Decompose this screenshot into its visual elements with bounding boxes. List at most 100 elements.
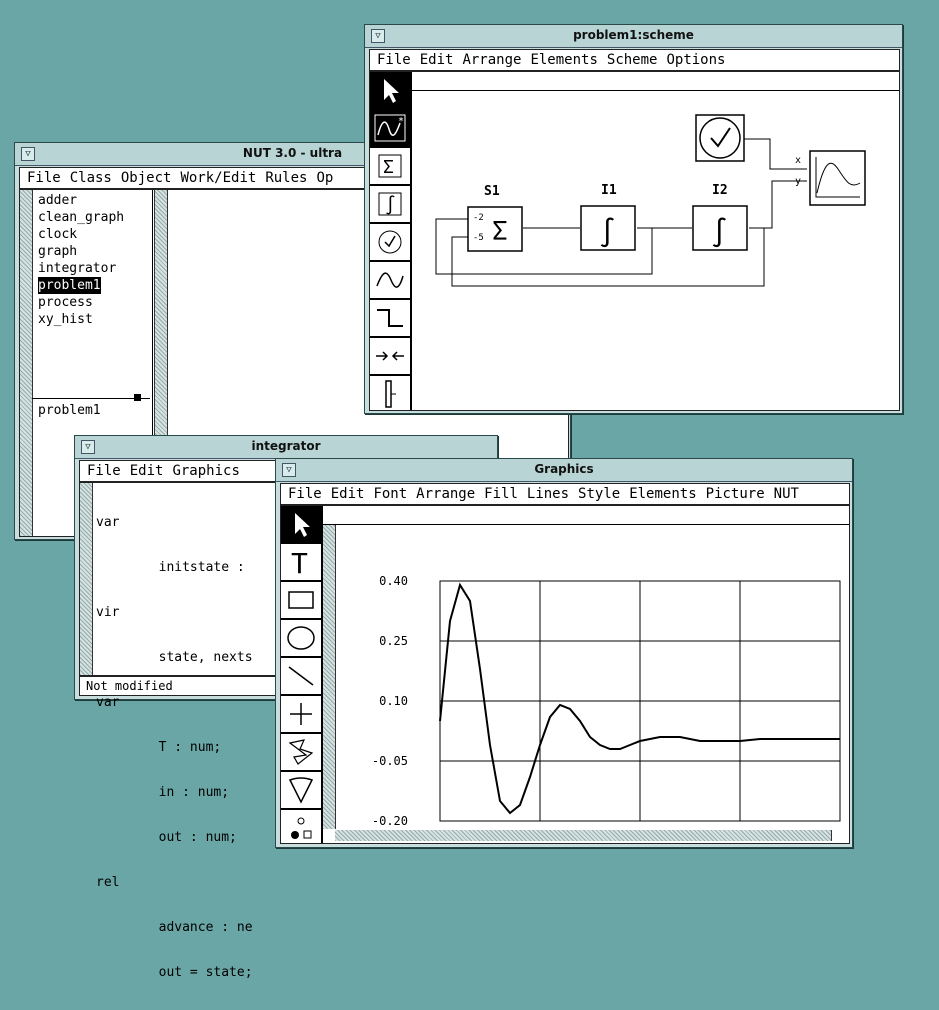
connect-tool[interactable] [370, 338, 410, 376]
integrator-tool[interactable]: ∫ [370, 186, 410, 224]
menu-edit[interactable]: Edit [331, 486, 365, 502]
polygon-tool[interactable] [281, 734, 321, 772]
port-icon [385, 380, 396, 408]
i2-label: I2 [712, 183, 728, 198]
menu-edit[interactable]: Edit [130, 463, 164, 479]
port-tool[interactable] [370, 376, 410, 412]
graphics-vertical-scrollbar[interactable] [323, 525, 336, 829]
class-item-process[interactable]: process [36, 294, 150, 311]
y-tick-label: 0.40 [379, 574, 408, 588]
class-item-integrator[interactable]: integrator [36, 260, 150, 277]
menu-object[interactable]: Object [121, 170, 172, 186]
integrator-titlebar[interactable]: ▽ integrator [75, 436, 497, 459]
arc-tool[interactable] [281, 772, 321, 810]
code-line: out = state; [96, 965, 253, 980]
code-line: initstate : [96, 560, 245, 575]
menu-style[interactable]: Style [578, 486, 620, 502]
menu-edit[interactable]: Edit [420, 52, 454, 68]
wire-i2-graph [749, 180, 807, 229]
fill-pattern-icon [291, 817, 312, 839]
menu-picture[interactable]: Picture [706, 486, 765, 502]
wave-tool[interactable] [370, 262, 410, 300]
y-tick-labels: 0.40 0.25 0.10 -0.05 -0.20 [372, 574, 408, 828]
class-item-adder[interactable]: adder [36, 192, 150, 209]
menu-file[interactable]: File [27, 170, 61, 186]
graphics-ruler [323, 506, 849, 525]
menu-class[interactable]: Class [70, 170, 112, 186]
y-tick-label: -0.20 [372, 814, 408, 828]
pointer-icon [295, 513, 310, 537]
fill-pattern-tool[interactable] [281, 810, 321, 846]
menu-lines[interactable]: Lines [527, 486, 569, 502]
menu-scheme[interactable]: Scheme [607, 52, 658, 68]
clock-block[interactable] [695, 114, 745, 162]
class-list: adder clean_graph clock graph integrator… [36, 192, 150, 328]
polygon-tool-icon [288, 739, 314, 765]
y-tick-label: 0.25 [379, 634, 408, 648]
menu-file[interactable]: File [288, 486, 322, 502]
sigma-symbol: Σ [492, 217, 508, 247]
menu-work-edit[interactable]: Work/Edit [180, 170, 256, 186]
menu-rules[interactable]: Rules [265, 170, 307, 186]
menu-options[interactable]: Op [316, 170, 333, 186]
text-tool-icon: T [291, 547, 308, 577]
scheme-titlebar[interactable]: ▽ problem1:scheme [365, 25, 902, 48]
line-tool-icon [288, 666, 314, 686]
scheme-title: problem1:scheme [573, 28, 694, 42]
object-list: problem1 [36, 402, 103, 419]
class-item-xy-hist[interactable]: xy_hist [36, 311, 150, 328]
divider-handle[interactable] [134, 394, 141, 401]
i1-label: I1 [601, 183, 617, 198]
graphics-canvas[interactable]: 0.40 0.25 0.10 -0.05 -0.20 [337, 525, 847, 829]
graphics-menubar: File Edit Font Arrange Fill Lines Style … [280, 483, 850, 505]
class-item-problem1[interactable]: problem1 [38, 277, 101, 294]
class-item-clock[interactable]: clock [36, 226, 150, 243]
menu-arrange[interactable]: Arrange [462, 52, 521, 68]
menu-elements[interactable]: Elements [530, 52, 597, 68]
code-line: rel [96, 875, 120, 890]
graphics-horizontal-scrollbar[interactable] [335, 830, 832, 841]
list-divider [32, 398, 150, 399]
menu-graphics[interactable]: Graphics [172, 463, 239, 479]
s1-input-1-label: -2 [473, 213, 484, 223]
connect-icon [376, 351, 404, 361]
line-tool[interactable] [281, 658, 321, 696]
clock-tool[interactable] [370, 224, 410, 262]
menu-font[interactable]: Font [373, 486, 407, 502]
cross-tool[interactable] [281, 696, 321, 734]
pointer-icon [384, 79, 399, 103]
menu-fill[interactable]: Fill [484, 486, 518, 502]
class-list-scrollbar[interactable] [20, 190, 33, 536]
svg-text:*: * [398, 116, 404, 127]
scheme-canvas[interactable]: S1 -2 -5 Σ I1 ∫ I2 ∫ x y [412, 91, 898, 409]
adder-tool[interactable]: Σ [370, 148, 410, 186]
menu-file[interactable]: File [377, 52, 411, 68]
svg-text:T: T [291, 547, 308, 577]
class-item-clean-graph[interactable]: clean_graph [36, 209, 150, 226]
menu-arrange[interactable]: Arrange [416, 486, 475, 502]
menu-options[interactable]: Options [666, 52, 725, 68]
step-icon [377, 309, 403, 327]
rectangle-tool[interactable] [281, 582, 321, 620]
graphics-titlebar[interactable]: ▽ Graphics [276, 459, 852, 482]
graph-element-tool[interactable]: * [370, 110, 410, 148]
step-tool[interactable] [370, 300, 410, 338]
pointer-tool[interactable] [281, 506, 321, 544]
menu-file[interactable]: File [87, 463, 121, 479]
graphics-window: ▽ Graphics File Edit Font Arrange Fill L… [275, 458, 853, 848]
port-y-label: y [795, 176, 801, 187]
object-item-problem1[interactable]: problem1 [36, 402, 103, 419]
wave-icon [376, 272, 404, 288]
y-tick-label: 0.10 [379, 694, 408, 708]
s1-label: S1 [484, 184, 500, 199]
text-tool[interactable]: T [281, 544, 321, 582]
editor-scrollbar[interactable] [80, 483, 93, 675]
class-item-graph[interactable]: graph [36, 243, 150, 260]
menu-nut[interactable]: NUT [774, 486, 799, 502]
integrator-title: integrator [251, 439, 321, 453]
menu-elements[interactable]: Elements [629, 486, 696, 502]
ellipse-tool[interactable] [281, 620, 321, 658]
code-line: in : num; [96, 785, 230, 800]
pointer-tool[interactable] [370, 72, 410, 110]
cross-tool-icon [290, 703, 312, 725]
